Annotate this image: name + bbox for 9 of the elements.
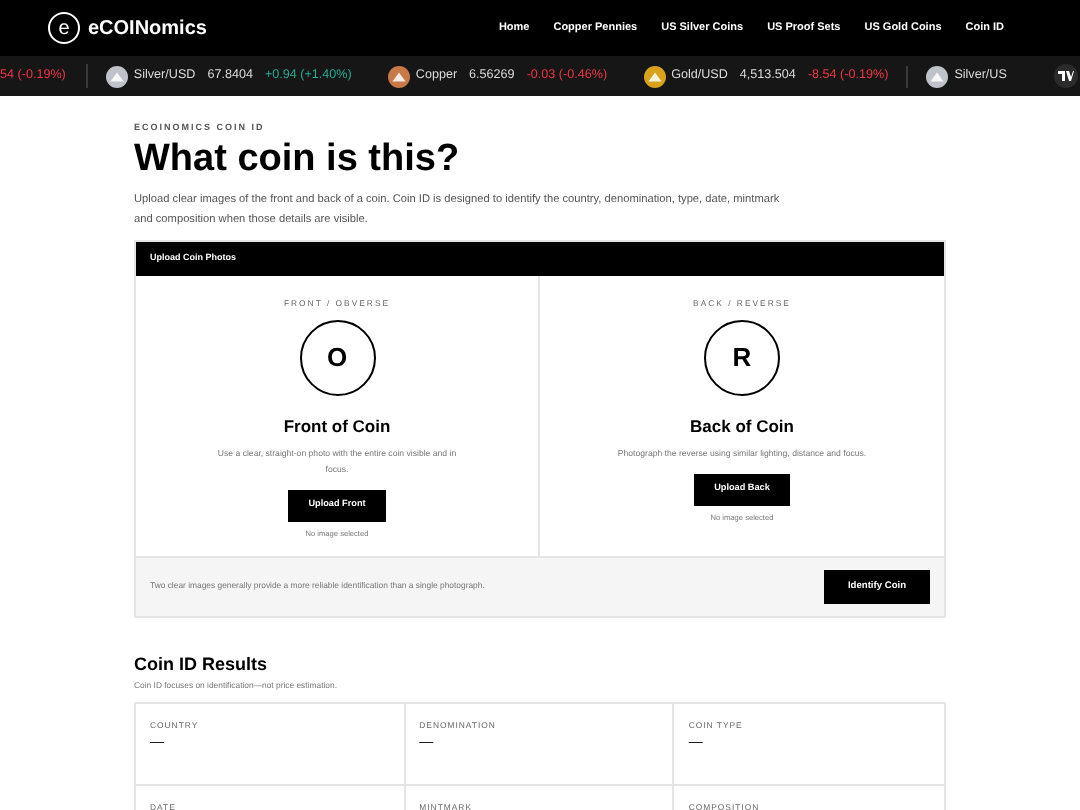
tv-badge-icon — [1054, 64, 1078, 88]
brand-name: eCOINomics — [88, 15, 207, 43]
coin-icon: R — [704, 320, 780, 397]
side-title: Back of Coin — [690, 414, 794, 440]
coin-icon: O — [299, 320, 375, 397]
page-title: What coin is this? — [134, 137, 462, 182]
results-title: Coin ID Results — [134, 651, 270, 678]
logo-icon: e — [48, 12, 80, 44]
side-title: Front of Coin — [283, 414, 391, 440]
